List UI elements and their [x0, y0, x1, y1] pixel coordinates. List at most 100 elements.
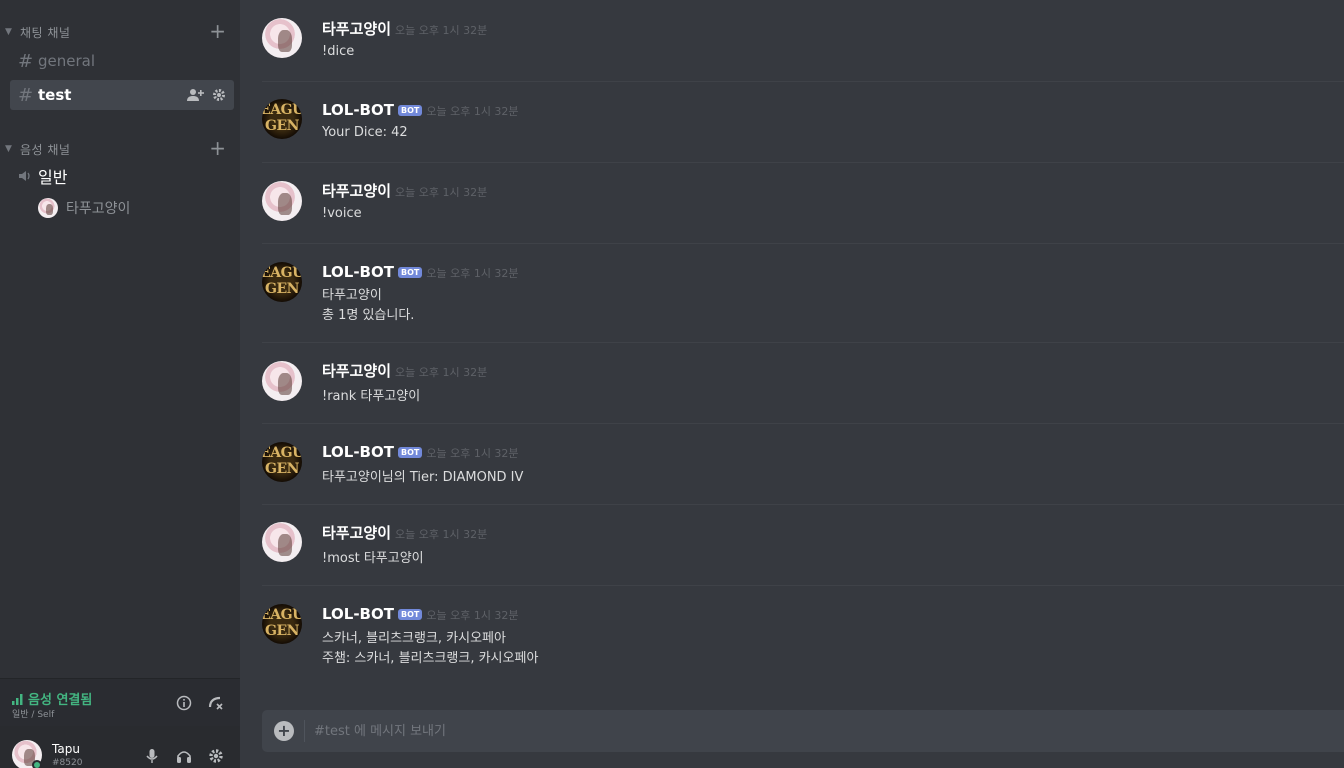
signal-bars-icon: [12, 693, 23, 705]
avatar[interactable]: [262, 18, 302, 58]
message-divider: [262, 585, 1344, 586]
bot-badge: BOT: [397, 105, 423, 116]
bot-avatar-text: EAGU: [262, 265, 302, 281]
message-divider: [262, 162, 1344, 163]
message-text: 스카너, 블리츠크랭크, 카시오페아: [322, 631, 506, 646]
message-list: 타푸고양이 오늘 오후 1시 32분 !dice EAGU GEN LOL-BOT…: [242, 0, 1344, 690]
message-header: LOL-BOT BOT 오늘 오후 1시 32분: [322, 605, 519, 623]
add-channel-icon[interactable]: +: [209, 138, 226, 158]
text-channels-category[interactable]: ▼ 채팅 채널 +: [0, 21, 240, 42]
message-divider: [262, 423, 1344, 424]
voice-channel-general[interactable]: 일반: [18, 164, 67, 188]
avatar: [38, 198, 58, 218]
message-text: !most 타푸고양이: [322, 551, 424, 566]
add-channel-icon[interactable]: +: [209, 21, 226, 41]
voice-user-name: 타푸고양이: [66, 201, 131, 217]
composer-divider: [304, 720, 305, 742]
gear-icon[interactable]: [208, 748, 224, 764]
hash-icon: #: [18, 84, 34, 106]
channel-name: test: [38, 86, 72, 104]
voice-channels-category[interactable]: ▼ 음성 채널 +: [0, 138, 240, 159]
message-header: 타푸고양이 오늘 오후 1시 32분: [322, 180, 487, 201]
author-name[interactable]: LOL-BOT: [322, 605, 394, 623]
message-divider: [262, 342, 1344, 343]
upload-plus-icon[interactable]: +: [274, 721, 294, 741]
avatar[interactable]: EAGU GEN: [262, 442, 302, 482]
voice-status-label: 음성 연결됨: [28, 693, 93, 708]
message-header: 타푸고양이 오늘 오후 1시 32분: [322, 522, 487, 543]
message-divider: [262, 243, 1344, 244]
message-text: 타푸고양이님의 Tier: DIAMOND IV: [322, 470, 524, 485]
timestamp: 오늘 오후 1시 32분: [395, 186, 488, 199]
connection-info-icon[interactable]: [176, 695, 192, 711]
message-text: 총 1명 있습니다.: [322, 308, 415, 323]
voice-connection-panel: 음성 연결됨 일반 / Self: [0, 678, 240, 726]
bot-avatar-text: EAGU: [262, 607, 302, 623]
message-text: !rank 타푸고양이: [322, 389, 421, 404]
message-header: LOL-BOT BOT 오늘 오후 1시 32분: [322, 443, 519, 461]
bot-avatar-text: GEN: [265, 461, 299, 477]
voice-user[interactable]: 타푸고양이: [38, 198, 130, 218]
voice-status: 음성 연결됨: [12, 689, 92, 708]
author-name[interactable]: 타푸고양이: [322, 20, 391, 38]
message-text: !dice: [322, 44, 355, 59]
message-text: 타푸고양이: [322, 288, 382, 303]
status-online-icon: [32, 760, 42, 768]
channel-sidebar: ▼ 채팅 채널 + # general # test ▼ 음성 채널 + 일반 …: [0, 0, 240, 768]
message-text: 주챔: 스카너, 블리츠크랭크, 카시오페아: [322, 651, 539, 666]
user-tag: #8520: [52, 758, 83, 768]
avatar[interactable]: [262, 361, 302, 401]
timestamp: 오늘 오후 1시 32분: [426, 609, 519, 622]
timestamp: 오늘 오후 1시 32분: [426, 447, 519, 460]
category-label: 음성 채널: [20, 142, 71, 157]
avatar[interactable]: [262, 181, 302, 221]
microphone-icon[interactable]: [145, 748, 159, 764]
channel-test[interactable]: # test: [10, 80, 234, 110]
channel-name: general: [38, 52, 96, 70]
bot-avatar-text: EAGU: [262, 102, 302, 118]
message-header: LOL-BOT BOT 오늘 오후 1시 32분: [322, 101, 519, 119]
message-header: 타푸고양이 오늘 오후 1시 32분: [322, 360, 487, 381]
author-name[interactable]: LOL-BOT: [322, 443, 394, 461]
bot-avatar-text: EAGU: [262, 445, 302, 461]
chevron-down-icon: ▼: [5, 144, 12, 154]
speaker-icon: [19, 171, 30, 181]
timestamp: 오늘 오후 1시 32분: [395, 528, 488, 541]
bot-badge: BOT: [397, 267, 423, 278]
voice-channel-name: 일반: [38, 168, 68, 187]
author-name[interactable]: 타푸고양이: [322, 362, 391, 380]
author-name[interactable]: LOL-BOT: [322, 101, 394, 119]
timestamp: 오늘 오후 1시 32분: [395, 24, 488, 37]
bot-avatar-text: GEN: [265, 281, 299, 297]
message-text: Your Dice: 42: [322, 125, 408, 140]
timestamp: 오늘 오후 1시 32분: [395, 366, 488, 379]
avatar[interactable]: EAGU GEN: [262, 604, 302, 644]
create-invite-icon[interactable]: [186, 88, 204, 102]
avatar[interactable]: [262, 522, 302, 562]
category-label: 채팅 채널: [20, 25, 71, 40]
channel-general[interactable]: # general: [10, 46, 234, 76]
author-name[interactable]: 타푸고양이: [322, 524, 391, 542]
headphones-icon[interactable]: [176, 748, 192, 764]
message-text: !voice: [322, 206, 362, 221]
timestamp: 오늘 오후 1시 32분: [426, 267, 519, 280]
bot-avatar-text: GEN: [265, 623, 299, 639]
hash-icon: #: [18, 50, 34, 72]
bot-badge: BOT: [397, 447, 423, 458]
gear-icon[interactable]: [212, 88, 226, 102]
voice-status-subtext: 일반 / Self: [12, 710, 55, 720]
avatar[interactable]: EAGU GEN: [262, 99, 302, 139]
timestamp: 오늘 오후 1시 32분: [426, 105, 519, 118]
disconnect-icon[interactable]: [208, 695, 224, 711]
message-composer: +: [262, 710, 1344, 752]
avatar[interactable]: EAGU GEN: [262, 262, 302, 302]
author-name[interactable]: 타푸고양이: [322, 182, 391, 200]
chevron-down-icon: ▼: [5, 27, 12, 37]
message-input[interactable]: [314, 710, 1314, 752]
message-divider: [262, 81, 1344, 82]
user-panel: Tapu #8520: [0, 726, 240, 768]
bot-badge: BOT: [397, 609, 423, 620]
bot-avatar-text: GEN: [265, 118, 299, 134]
message-divider: [262, 504, 1344, 505]
author-name[interactable]: LOL-BOT: [322, 263, 394, 281]
